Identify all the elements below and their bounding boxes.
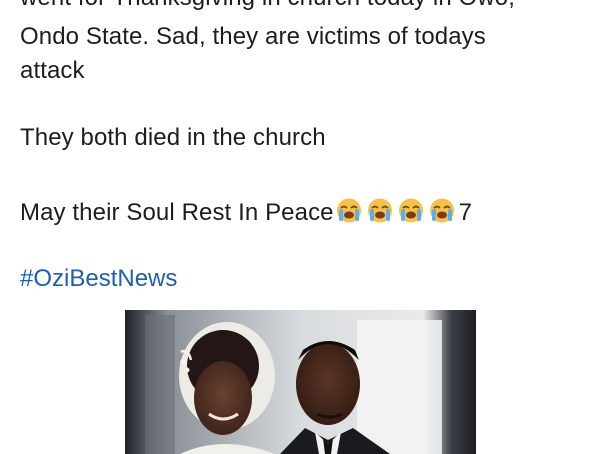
crying-face-emoji-icon: [367, 198, 392, 223]
post-text-suffix: 7: [458, 199, 473, 226]
crying-face-emoji-icon: [398, 198, 423, 223]
post-text-line: attack: [20, 57, 85, 84]
post-photo[interactable]: [125, 310, 476, 454]
couple-photo-image: [125, 310, 476, 454]
hashtag-link[interactable]: #OziBestNews: [20, 264, 177, 294]
post-text-line: went for Thanksgiving in church today in…: [20, 0, 515, 13]
crying-face-emoji-icon: [429, 198, 454, 223]
post-text-line: May their Soul Rest In Peace 7: [20, 197, 472, 228]
post-text-line: They both died in the church: [20, 124, 326, 151]
social-post: went for Thanksgiving in church today in…: [0, 0, 600, 454]
post-text-span: May their Soul Rest In Peace: [20, 199, 334, 226]
post-text-line: Ondo State. Sad, they are victims of tod…: [20, 23, 486, 50]
emoji-row: [335, 197, 459, 224]
crying-face-emoji-icon: [336, 198, 361, 223]
